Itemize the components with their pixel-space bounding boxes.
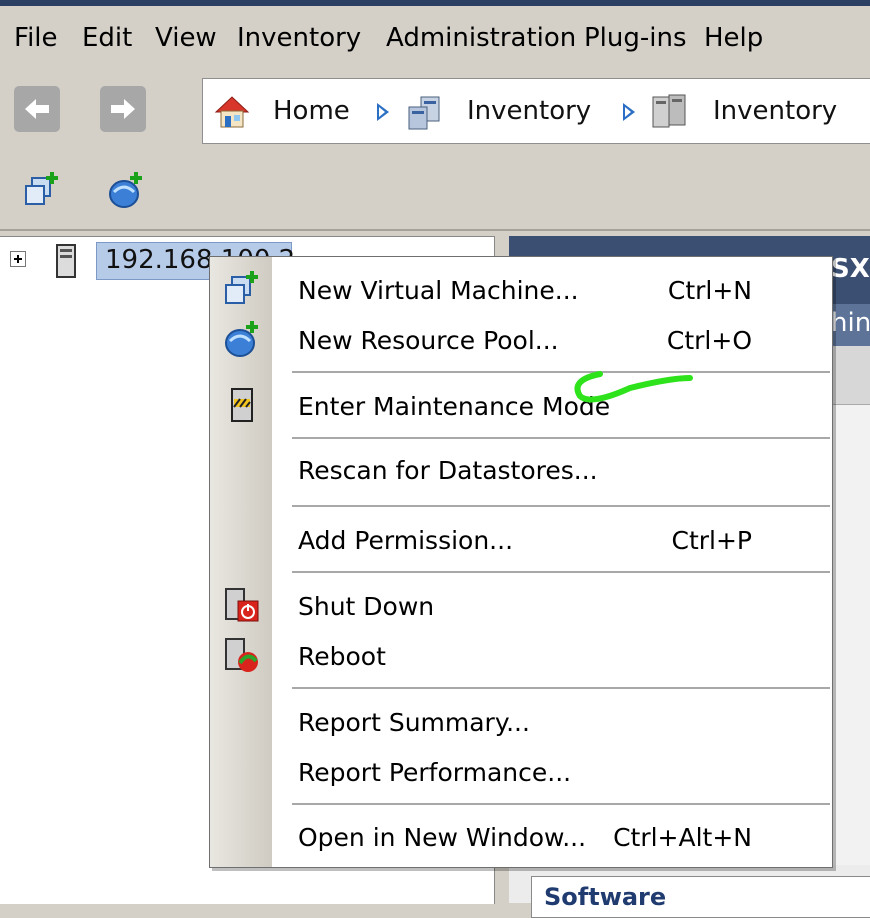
context-menu: New Virtual Machine... Ctrl+N New Resour… [209,256,833,868]
menu-item-report-performance[interactable]: Report Performance... [298,757,571,789]
breadcrumb-inventory-2[interactable]: Inventory [713,95,837,127]
shortcut-new-virtual-machine: Ctrl+N [667,276,752,305]
expand-icon[interactable] [10,251,26,267]
breadcrumb-home[interactable]: Home [273,95,350,127]
new-resource-pool-icon[interactable] [106,170,146,210]
menu-edit[interactable]: Edit [82,22,132,54]
menu-item-shut-down[interactable]: Shut Down [298,591,434,623]
menu-separator [292,571,830,573]
menu-item-rescan-datastores[interactable]: Rescan for Datastores... [298,455,598,487]
home-icon[interactable] [213,93,251,131]
menu-file[interactable]: File [14,22,58,54]
software-section-title: Software [544,883,667,911]
menu-item-add-permission[interactable]: Add Permission... [298,525,513,557]
shortcut-open-in-new-window: Ctrl+Alt+N [613,823,752,852]
new-vm-icon [225,271,258,304]
new-resource-pool-icon [225,321,258,357]
menu-administration[interactable]: Administration [386,22,576,54]
menu-item-report-summary[interactable]: Report Summary... [298,707,530,739]
host-server-icon [56,244,76,278]
breadcrumb-inventory-1[interactable]: Inventory [467,95,591,127]
reboot-icon [225,638,258,672]
menu-separator [292,437,830,439]
inventory-hosts-icon [408,96,440,130]
shut-down-icon [225,588,259,622]
forward-button[interactable] [100,86,146,132]
menu-inventory[interactable]: Inventory [237,22,361,54]
forward-arrow-icon [111,99,135,119]
menu-item-reboot[interactable]: Reboot [298,641,386,673]
menu-item-new-virtual-machine[interactable]: New Virtual Machine... [298,275,579,307]
menu-item-open-in-new-window[interactable]: Open in New Window... [298,822,586,854]
menu-item-new-resource-pool[interactable]: New Resource Pool... [298,325,559,357]
breadcrumb-separator-icon [623,103,635,121]
menu-separator [292,687,830,689]
menu-separator [292,803,830,805]
new-vm-icon[interactable] [22,170,62,210]
shortcut-add-permission: Ctrl+P [671,526,752,555]
menu-bar: File Edit View Inventory Administration … [0,6,870,68]
menu-separator [292,505,830,507]
breadcrumb-separator-icon [377,103,389,121]
software-section: Software [531,876,870,918]
details-header-title: SX [831,254,870,284]
details-tab[interactable]: hin [831,308,870,338]
back-arrow-icon [25,99,49,119]
shortcut-new-resource-pool: Ctrl+O [666,326,752,355]
green-highlight-scribble [574,371,693,403]
menu-view[interactable]: View [155,22,217,54]
breadcrumb: Home Inventory Inventory [202,78,870,144]
menu-plug-ins[interactable]: Plug-ins [584,22,687,54]
back-button[interactable] [14,86,60,132]
maintenance-mode-icon [231,388,253,422]
menu-help[interactable]: Help [704,22,763,54]
toolbar-divider [0,229,870,231]
inventory-datastore-icon [652,94,686,128]
